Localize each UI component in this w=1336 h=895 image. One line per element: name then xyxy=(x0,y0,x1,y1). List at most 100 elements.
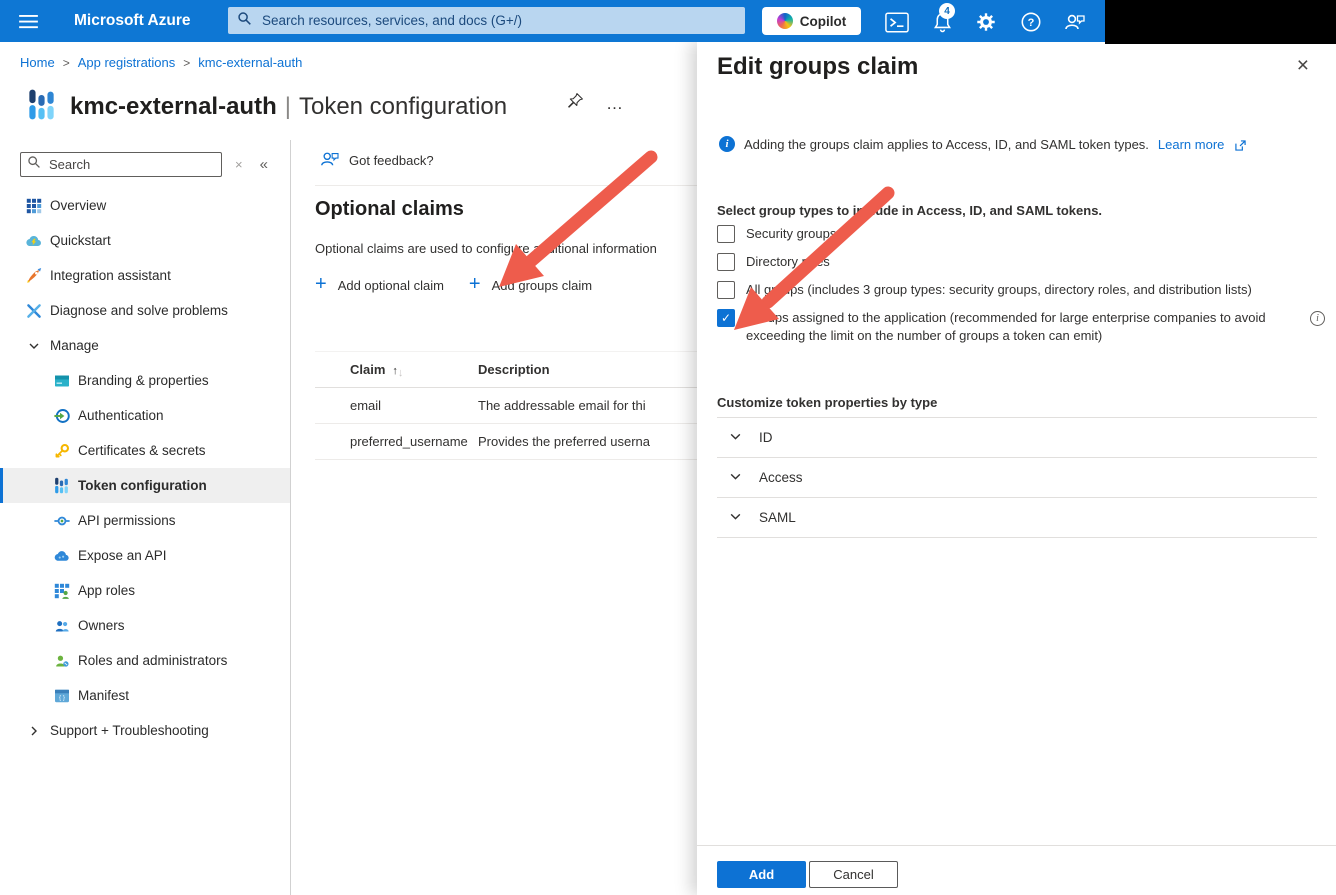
global-search-bar[interactable] xyxy=(228,7,745,34)
checkbox-groups-assigned-checked[interactable]: ✓ xyxy=(717,309,735,327)
sidebar-item-app-roles[interactable]: App roles xyxy=(0,573,290,608)
footer-divider xyxy=(697,845,1336,846)
group-type-options: Security groups Directory roles All grou… xyxy=(717,225,1329,355)
accordion-label: Access xyxy=(759,470,803,485)
sidebar-item-label: Owners xyxy=(78,618,125,633)
main-content: Got feedback? Optional claims Optional c… xyxy=(292,140,697,895)
title-divider: | xyxy=(277,93,299,120)
sidebar-item-label: Expose an API xyxy=(78,548,167,563)
cancel-button[interactable]: Cancel xyxy=(809,861,898,888)
sidebar-item-integration-assistant[interactable]: Integration assistant xyxy=(0,258,290,293)
pin-icon[interactable] xyxy=(566,92,584,115)
chevron-right-icon xyxy=(25,725,42,737)
option-label[interactable]: Groups assigned to the application (reco… xyxy=(746,309,1299,345)
add-groups-claim-label: Add groups claim xyxy=(492,278,592,293)
option-label[interactable]: All groups (includes 3 group types: secu… xyxy=(746,281,1299,299)
sidebar-item-expose-api[interactable]: Expose an API xyxy=(0,538,290,573)
option-label[interactable]: Directory roles xyxy=(746,253,1299,271)
sidebar-item-branding[interactable]: Branding & properties xyxy=(0,363,290,398)
chevron-down-icon xyxy=(729,430,742,446)
token-configuration-icon xyxy=(53,477,70,494)
help-icon[interactable]: ? xyxy=(1018,9,1044,35)
sidebar-section-manage[interactable]: Manage xyxy=(0,328,290,363)
chevron-down-icon xyxy=(25,340,42,352)
close-icon[interactable]: × xyxy=(1297,55,1309,76)
sidebar-search-row: × « xyxy=(20,152,268,177)
table-row[interactable]: email The addressable email for thi xyxy=(315,388,697,424)
feedback-icon[interactable] xyxy=(1061,9,1087,35)
sidebar-item-authentication[interactable]: Authentication xyxy=(0,398,290,433)
notification-count-badge: 4 xyxy=(939,3,955,19)
manifest-icon: { } xyxy=(53,689,70,703)
add-button[interactable]: Add xyxy=(717,861,806,888)
azure-brand[interactable]: Microsoft Azure xyxy=(74,0,191,42)
collapse-sidebar-icon[interactable]: « xyxy=(260,156,268,173)
sidebar-section-support[interactable]: Support + Troubleshooting xyxy=(0,713,290,748)
sidebar-item-label: API permissions xyxy=(78,513,176,528)
token-configuration-app-icon xyxy=(28,88,55,126)
got-feedback-button[interactable]: Got feedback? xyxy=(319,150,434,171)
clear-search-icon[interactable]: × xyxy=(235,157,243,172)
more-actions-icon[interactable]: … xyxy=(606,94,624,114)
sidebar-item-roles-admins[interactable]: Roles and administrators xyxy=(0,643,290,678)
roles-administrators-icon xyxy=(53,654,70,668)
overview-icon xyxy=(25,198,42,214)
sidebar-section-label: Manage xyxy=(50,338,99,353)
column-header-claim[interactable]: Claim↑↓ xyxy=(315,362,478,377)
sidebar-item-owners[interactable]: Owners xyxy=(0,608,290,643)
sidebar-item-overview[interactable]: Overview xyxy=(0,188,290,223)
quickstart-icon xyxy=(25,233,42,248)
claims-table: Claim↑↓ Description email The addressabl… xyxy=(315,351,697,460)
sidebar-section-label: Support + Troubleshooting xyxy=(50,723,209,738)
cloud-shell-icon[interactable] xyxy=(884,9,910,35)
sort-descending-icon[interactable]: ↓ xyxy=(398,367,404,379)
checkbox-directory-roles[interactable] xyxy=(717,253,735,271)
info-icon: i xyxy=(719,136,735,152)
checkbox-security-groups[interactable] xyxy=(717,225,735,243)
claims-table-header: Claim↑↓ Description xyxy=(315,351,697,388)
column-header-description[interactable]: Description xyxy=(478,362,697,377)
add-groups-claim-button[interactable]: + Add groups claim xyxy=(469,276,592,294)
sidebar-item-label: Authentication xyxy=(78,408,164,423)
chevron-down-icon xyxy=(729,470,742,486)
sidebar-item-diagnose[interactable]: Diagnose and solve problems xyxy=(0,293,290,328)
sidebar-item-label: Diagnose and solve problems xyxy=(50,303,228,318)
got-feedback-label: Got feedback? xyxy=(349,153,434,168)
add-optional-claim-label: Add optional claim xyxy=(338,278,444,293)
accordion-saml[interactable]: SAML xyxy=(717,498,1317,538)
owners-icon xyxy=(53,619,70,633)
section-name: Token configuration xyxy=(299,93,507,120)
hamburger-menu-icon[interactable] xyxy=(0,0,56,42)
panel-footer-buttons: Add Cancel xyxy=(717,861,898,888)
settings-gear-icon[interactable] xyxy=(973,9,999,35)
sidebar-search-box[interactable] xyxy=(20,152,222,177)
sidebar-search-input[interactable] xyxy=(47,156,215,173)
sidebar-item-token-configuration[interactable]: Token configuration xyxy=(0,468,290,503)
accordion-access[interactable]: Access xyxy=(717,458,1317,498)
option-label[interactable]: Security groups xyxy=(746,225,1299,243)
edit-groups-claim-panel: Edit groups claim × i Adding the groups … xyxy=(697,42,1336,895)
sidebar-item-label: Token configuration xyxy=(78,478,207,493)
sidebar-item-manifest[interactable]: { } Manifest xyxy=(0,678,290,713)
info-outline-icon[interactable]: i xyxy=(1310,311,1325,326)
learn-more-link[interactable]: Learn more xyxy=(1158,137,1224,152)
accordion-id[interactable]: ID xyxy=(717,418,1317,458)
account-info-redacted xyxy=(1105,0,1336,44)
search-icon xyxy=(27,155,41,174)
sidebar-item-label: Manifest xyxy=(78,688,129,703)
sidebar-item-certificates[interactable]: Certificates & secrets xyxy=(0,433,290,468)
search-icon xyxy=(237,11,252,31)
app-name: kmc-external-auth xyxy=(70,93,277,120)
authentication-icon xyxy=(53,408,70,424)
sidebar-item-quickstart[interactable]: Quickstart xyxy=(0,223,290,258)
sidebar-item-api-permissions[interactable]: API permissions xyxy=(0,503,290,538)
copilot-button[interactable]: Copilot xyxy=(762,7,861,35)
breadcrumb-app-registrations[interactable]: App registrations xyxy=(78,55,176,70)
table-row[interactable]: preferred_username Provides the preferre… xyxy=(315,424,697,460)
add-optional-claim-button[interactable]: + Add optional claim xyxy=(315,276,444,294)
breadcrumb-home[interactable]: Home xyxy=(20,55,55,70)
breadcrumb: Home > App registrations > kmc-external-… xyxy=(20,55,302,70)
breadcrumb-current[interactable]: kmc-external-auth xyxy=(198,55,302,70)
checkbox-all-groups[interactable] xyxy=(717,281,735,299)
global-search-input[interactable] xyxy=(260,12,736,29)
